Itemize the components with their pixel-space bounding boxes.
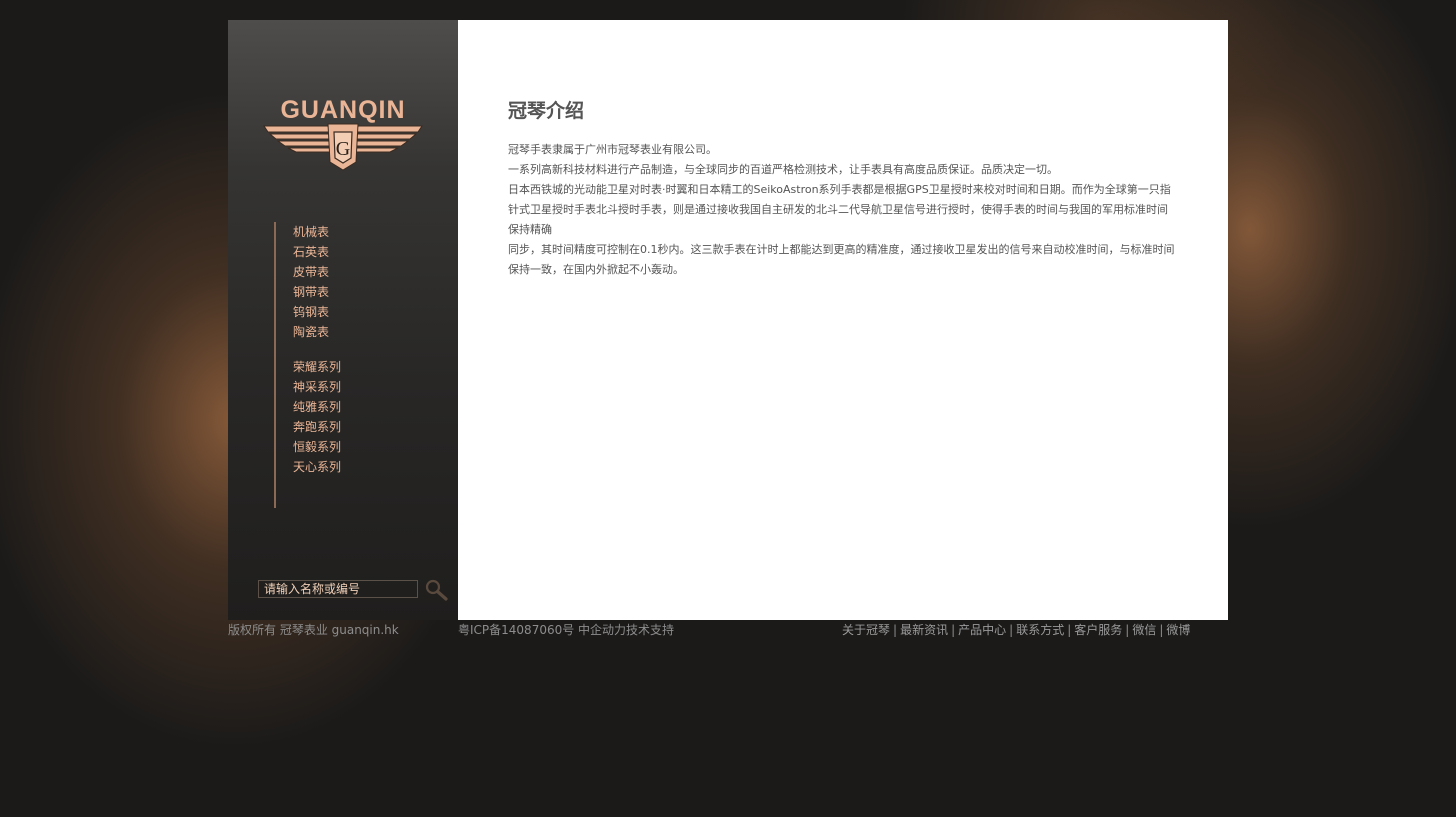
nav-item-tungsten-steel[interactable]: 钨钢表 — [293, 302, 329, 322]
nav-item-leather-strap[interactable]: 皮带表 — [293, 262, 329, 282]
intro-paragraph: 一系列高新科技材料进行产品制造，与全球同步的百道严格检测技术，让手表具有高度品质… — [508, 163, 1058, 176]
footer-separator: | — [893, 623, 898, 637]
page-frame: GUANQIN G 机械表 石英表 皮带表 钢带表 钨钢表 陶瓷表 荣耀系列 神… — [228, 20, 1228, 620]
footer-links: 关于冠琴 | 最新资讯 | 产品中心 | 联系方式 | 客户服务 | 微信 | 微博 — [842, 620, 1190, 640]
magnifier-icon — [425, 579, 448, 601]
footer-link-contact[interactable]: 联系方式 — [1016, 623, 1064, 637]
sidebar-nav: 机械表 石英表 皮带表 钢带表 钨钢表 陶瓷表 荣耀系列 神采系列 纯雅系列 奔… — [274, 222, 426, 508]
footer-separator: | — [1067, 623, 1072, 637]
nav-item-series-rongyao[interactable]: 荣耀系列 — [293, 357, 341, 377]
footer-copyright: 版权所有 冠琴表业 guanqin.hk — [228, 623, 399, 637]
nav-item-steel-strap[interactable]: 钢带表 — [293, 282, 329, 302]
nav-item-series-hengyi[interactable]: 恒毅系列 — [293, 437, 341, 457]
footer-link-products[interactable]: 产品中心 — [958, 623, 1006, 637]
footer-link-service[interactable]: 客户服务 — [1074, 623, 1122, 637]
nav-item-quartz[interactable]: 石英表 — [293, 242, 329, 262]
intro-paragraph: 同步，其时间精度可控制在0.1秒内。这三款手表在计时上都能达到更高的精准度，通过… — [508, 243, 1175, 276]
nav-item-series-benpao[interactable]: 奔跑系列 — [293, 417, 341, 437]
nav-item-ceramic[interactable]: 陶瓷表 — [293, 322, 329, 342]
footer-link-news[interactable]: 最新资讯 — [900, 623, 948, 637]
intro-paragraph: 日本西铁城的光动能卫星对时表·时翼和日本精工的SeikoAstron系列手表都是… — [508, 183, 1171, 236]
main-content: 冠琴介绍 冠琴手表隶属于广州市冠琴表业有限公司。 一系列高新科技材料进行产品制造… — [458, 20, 1228, 620]
nav-item-mechanical[interactable]: 机械表 — [293, 222, 329, 242]
intro-text: 冠琴手表隶属于广州市冠琴表业有限公司。 一系列高新科技材料进行产品制造，与全球同… — [508, 140, 1178, 280]
nav-item-series-tianxin[interactable]: 天心系列 — [293, 457, 341, 477]
logo-text: GUANQIN — [280, 96, 405, 124]
footer-link-about[interactable]: 关于冠琴 — [842, 623, 890, 637]
footer-separator: | — [1125, 623, 1130, 637]
footer-link-weibo[interactable]: 微博 — [1166, 623, 1190, 637]
logo-emblem-letter: G — [336, 138, 350, 160]
intro-paragraph: 冠琴手表隶属于广州市冠琴表业有限公司。 — [508, 143, 717, 156]
brand-logo[interactable]: GUANQIN G — [258, 92, 428, 182]
winged-emblem-icon: GUANQIN G — [263, 96, 423, 171]
footer-separator: | — [1009, 623, 1014, 637]
footer-icp: 粤ICP备14087060号 中企动力技术支持 — [458, 623, 675, 637]
search-box — [258, 578, 450, 602]
footer-link-wechat[interactable]: 微信 — [1132, 623, 1156, 637]
sidebar: GUANQIN G 机械表 石英表 皮带表 钢带表 钨钢表 陶瓷表 荣耀系列 神… — [228, 20, 458, 620]
search-input[interactable] — [258, 580, 418, 598]
footer-separator: | — [1159, 623, 1164, 637]
nav-item-series-shencai[interactable]: 神采系列 — [293, 377, 341, 397]
nav-item-series-chunya[interactable]: 纯雅系列 — [293, 397, 341, 417]
footer-separator: | — [951, 623, 956, 637]
search-button[interactable] — [424, 578, 450, 602]
page-title: 冠琴介绍 — [508, 100, 585, 122]
